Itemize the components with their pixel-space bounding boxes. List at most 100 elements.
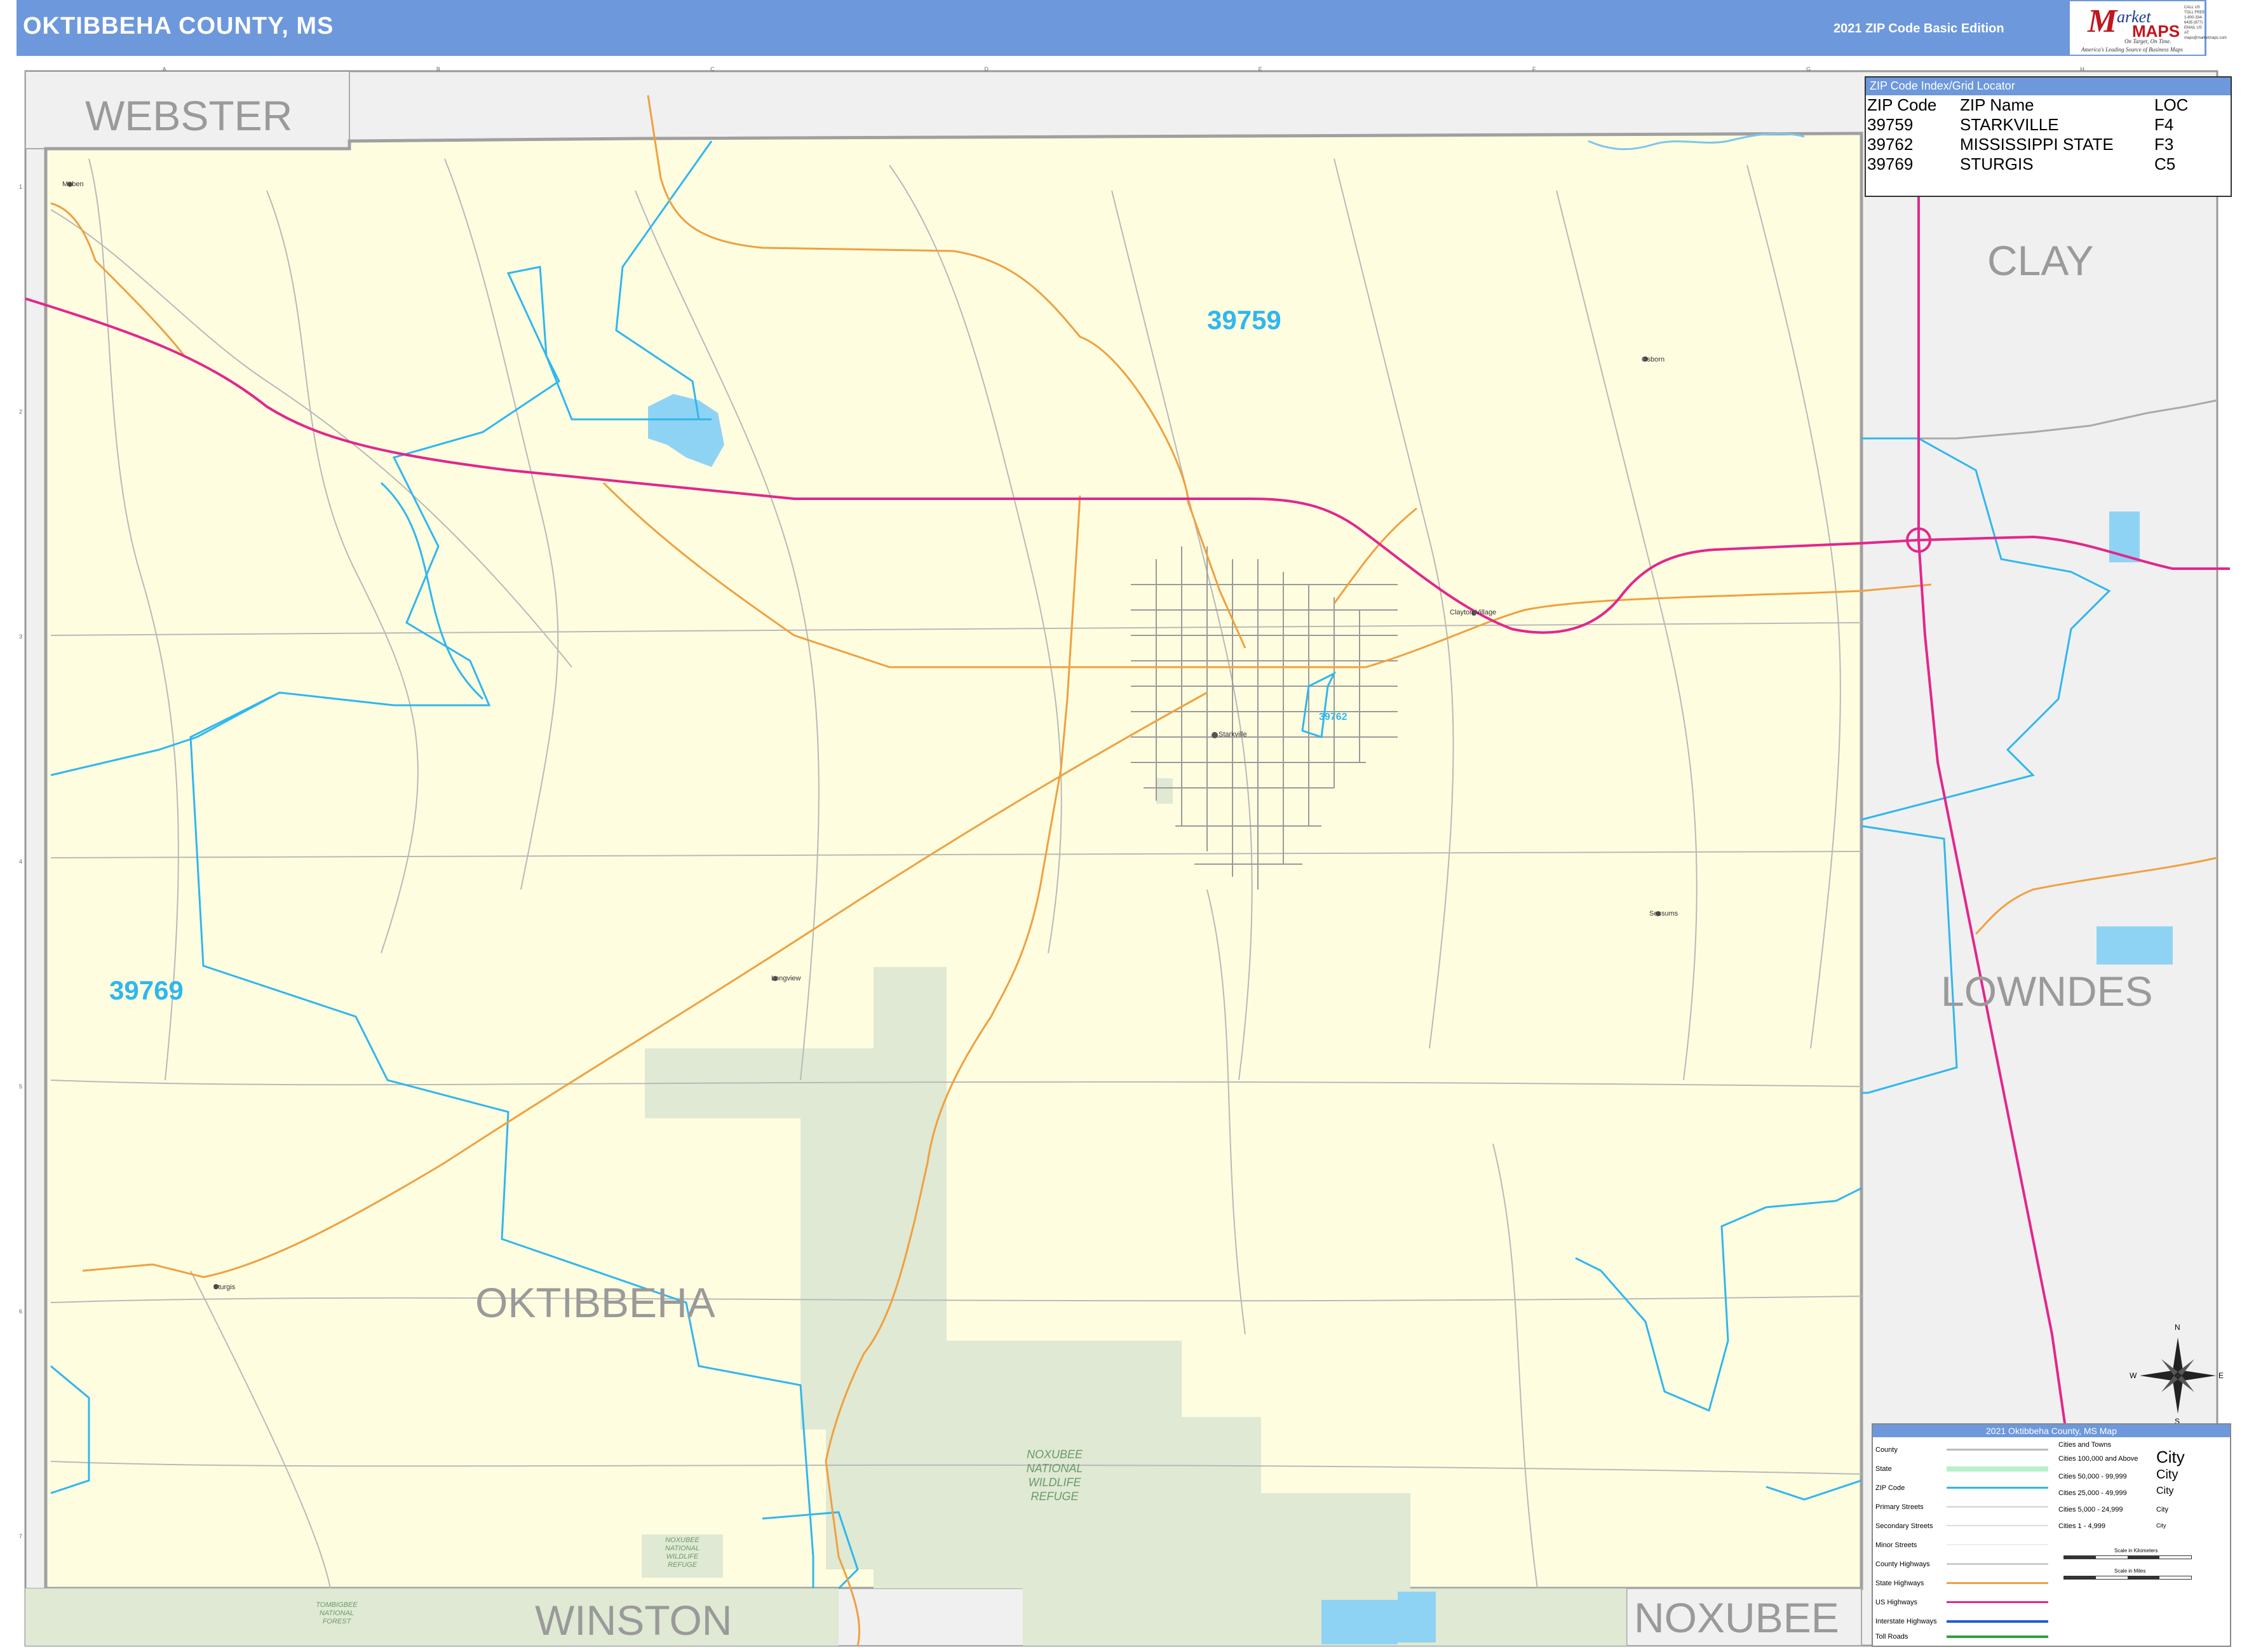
grid-row-label: 4 [19, 858, 23, 865]
lake-noxubee [1321, 1600, 1398, 1644]
legend-title: 2021 Oktibbeha County, MS Map [1873, 1425, 2230, 1437]
grid-row-label: 6 [19, 1308, 23, 1315]
campus-green [1156, 778, 1173, 804]
grid-col-label: D [984, 66, 989, 72]
zip-cell: C5 [2154, 154, 2176, 173]
grid-col-label: F [1532, 66, 1536, 72]
grid-row-label: 1 [19, 184, 23, 190]
legend-row-us-hwy: US Highways [1875, 1599, 1918, 1606]
grid-row-label: 2 [19, 409, 23, 415]
county-label-webster: WEBSTER [85, 92, 293, 139]
place-osborn: Osborn [1642, 356, 1665, 363]
place-longview: Longview [771, 975, 801, 982]
legend-city-tier: Cities 1 - 4,999 [2058, 1522, 2105, 1530]
zip-index-row[interactable]: 39759 STARKVILLE F4 [1867, 115, 2192, 135]
county-label-lowndes: LOWNDES [1941, 968, 2153, 1015]
grid-col-label: G [1806, 66, 1811, 72]
legend-row-primary: Primary Streets [1875, 1503, 1924, 1511]
legend-swatch-minor [1947, 1544, 2048, 1545]
zip-cell: MISSISSIPPI STATE [1960, 135, 2114, 154]
zip-cell: 39759 [1867, 115, 1914, 134]
legend-row-secondary: Secondary Streets [1875, 1522, 1933, 1530]
legend-swatch-state [1947, 1466, 2048, 1472]
legend-row-toll: Toll Roads [1875, 1633, 1908, 1641]
legend-row-minor: Minor Streets [1875, 1541, 1917, 1549]
lake-lowndes-2 [2097, 926, 2173, 965]
zip-label-39769: 39769 [109, 975, 184, 1005]
legend-scale-bar-km [2063, 1555, 2192, 1559]
county-map[interactable] [0, 0, 2242, 1652]
zip-index-row[interactable]: 39762 MISSISSIPPI STATE F3 [1867, 135, 2192, 154]
legend-swatch-toll [1947, 1635, 2048, 1638]
legend-cities-title: Cities and Towns [2058, 1441, 2111, 1449]
legend-swatch-zip [1947, 1487, 2048, 1489]
zip-cell: 39769 [1867, 154, 1914, 173]
legend-swatch-county [1947, 1449, 2048, 1451]
zip-cell: 39762 [1867, 135, 1914, 154]
zip-index-panel: ZIP Code Index/Grid Locator ZIP Code ZIP… [1865, 76, 2232, 197]
zip-index-header-row: ZIP Code ZIP Name LOC [1867, 95, 2192, 115]
legend-city-sample-4: City [2156, 1506, 2168, 1513]
county-label-noxubee: NOXUBEE [1634, 1594, 1839, 1641]
place-starkville: Starkville [1219, 731, 1247, 738]
zip-label-39762: 39762 [1319, 712, 1347, 722]
refuge-label-small: NOXUBEE NATIONAL WILDLIFE REFUGE [665, 1536, 700, 1569]
place-clayton-village: Clayton Village [1450, 609, 1497, 616]
legend-city-sample-5: City [2156, 1522, 2166, 1529]
county-label-winston: WINSTON [535, 1597, 733, 1644]
zip-cell: F3 [2154, 135, 2174, 154]
grid-col-label: C [710, 66, 715, 72]
zip-cell: STARKVILLE [1960, 115, 2059, 134]
zip-col-header: ZIP Name [1960, 95, 2034, 114]
zip-index-table: ZIP Code ZIP Name LOC 39759 STARKVILLE F… [1867, 95, 2192, 174]
grid-col-label: E [1258, 66, 1262, 72]
legend-swatch-us-hwy [1947, 1601, 2048, 1603]
refuge-label-main: NOXUBEE NATIONAL WILDLIFE REFUGE [1026, 1448, 1083, 1503]
county-label-clay: CLAY [1987, 237, 2094, 284]
legend-city-sample-1: City [2156, 1447, 2185, 1466]
legend-row-county: County [1875, 1446, 1898, 1454]
compass-w: W [2130, 1371, 2137, 1380]
compass-e: E [2218, 1371, 2224, 1380]
legend-city-sample-2: City [2156, 1468, 2178, 1482]
zip-index-row[interactable]: 39769 STURGIS C5 [1867, 154, 2192, 174]
zip-cell: F4 [2154, 115, 2174, 134]
compass-n: N [2175, 1323, 2180, 1332]
legend-row-state-hwy: State Highways [1875, 1580, 1924, 1587]
place-sturgis: Sturgis [213, 1283, 236, 1291]
legend-city-tier: Cities 50,000 - 99,999 [2058, 1473, 2127, 1480]
county-label-oktibbeha: OKTIBBEHA [475, 1279, 715, 1326]
legend-swatch-primary [1947, 1506, 2048, 1508]
grid-row-label: 7 [19, 1533, 23, 1540]
grid-row-label: 5 [19, 1083, 23, 1090]
forest-label-tombigbee: TOMBIGBEE NATIONAL FOREST [316, 1601, 358, 1625]
legend-row-state: State [1875, 1465, 1892, 1473]
legend-city-tier: Cities 100,000 and Above [2058, 1455, 2138, 1463]
legend-row-interstate: Interstate Highways [1875, 1618, 1937, 1625]
lake-south [1398, 1592, 1436, 1642]
grid-col-label: H [2080, 66, 2084, 72]
zip-index-title: ZIP Code Index/Grid Locator [1866, 78, 2231, 95]
zip-col-header: LOC [2154, 95, 2189, 114]
zip-cell: STURGIS [1960, 154, 2034, 173]
legend-city-sample-3: City [2156, 1486, 2174, 1496]
legend-swatch-state-hwy [1947, 1582, 2048, 1584]
legend-row-county-hwy: County Highways [1875, 1561, 1930, 1568]
map-legend: 2021 Oktibbeha County, MS Map County Sta… [1872, 1423, 2231, 1647]
legend-city-tier: Cities 5,000 - 24,999 [2058, 1506, 2123, 1513]
legend-swatch-secondary [1947, 1525, 2048, 1526]
legend-scale-km: Scale in Kilometers [2114, 1548, 2158, 1554]
legend-scale-bar-mi [2063, 1576, 2192, 1580]
legend-row-zip: ZIP Code [1875, 1484, 1905, 1492]
place-sessums: Sessums [1649, 910, 1678, 917]
legend-city-tier: Cities 25,000 - 49,999 [2058, 1489, 2127, 1497]
grid-row-label: 3 [19, 633, 23, 640]
zip-col-header: ZIP Code [1867, 95, 1937, 114]
place-maben: Maben [62, 180, 84, 188]
legend-swatch-county-hwy [1947, 1563, 2048, 1565]
grid-col-label: A [162, 66, 166, 72]
zip-label-39759: 39759 [1207, 305, 1281, 335]
legend-swatch-interstate [1947, 1620, 2048, 1623]
grid-col-label: B [436, 66, 440, 72]
legend-scale-mi: Scale in Miles [2114, 1568, 2146, 1574]
